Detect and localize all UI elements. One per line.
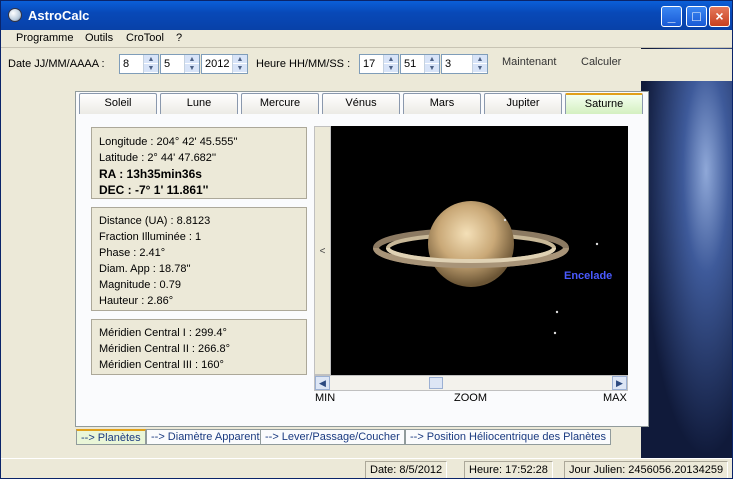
maximize-button[interactable]: □ bbox=[686, 6, 707, 27]
saturn-view[interactable]: Encelade bbox=[331, 126, 628, 375]
day-spinner[interactable]: 8 ▲ ▼ bbox=[119, 54, 159, 74]
minimize-button[interactable]: _ bbox=[661, 6, 682, 27]
menu-crotool[interactable]: CroTool bbox=[126, 32, 164, 44]
spin-up-icon[interactable]: ▲ bbox=[233, 55, 247, 64]
bottom-tab-planetes[interactable]: --> Planètes bbox=[76, 429, 146, 445]
second-spin-arrows[interactable]: ▲ ▼ bbox=[472, 55, 487, 73]
tab-jupiter[interactable]: Jupiter bbox=[484, 93, 562, 114]
enceladus-label: Encelade bbox=[564, 270, 612, 282]
zoom-label: ZOOM bbox=[454, 392, 487, 404]
moon-dot bbox=[555, 310, 559, 314]
now-button[interactable]: Maintenant bbox=[502, 56, 556, 68]
meridian-1-text: Méridien Central I : 299.4° bbox=[99, 327, 227, 339]
fraction-text: Fraction Illuminée : 1 bbox=[99, 231, 202, 243]
spin-down-icon[interactable]: ▼ bbox=[384, 64, 398, 73]
close-button[interactable]: × bbox=[709, 6, 730, 27]
app-window: AstroCalc _ □ × Programme Outils CroTool… bbox=[0, 0, 733, 479]
tab-soleil[interactable]: Soleil bbox=[79, 93, 157, 114]
longitude-text: Longitude : 204° 42' 45.555'' bbox=[99, 136, 238, 148]
menu-programme[interactable]: Programme bbox=[16, 32, 73, 44]
tab-lune[interactable]: Lune bbox=[160, 93, 238, 114]
bottom-tab-diametre[interactable]: --> Diamètre Apparent bbox=[146, 429, 265, 445]
bottom-tab-lever[interactable]: --> Lever/Passage/Coucher bbox=[260, 429, 405, 445]
minute-spin-arrows[interactable]: ▲ ▼ bbox=[424, 55, 439, 73]
distance-text: Distance (UA) : 8.8123 bbox=[99, 215, 211, 227]
day-value: 8 bbox=[123, 58, 130, 70]
minute-value: 51 bbox=[404, 58, 417, 70]
spin-up-icon[interactable]: ▲ bbox=[473, 55, 487, 64]
zoom-min-label: MIN bbox=[315, 392, 336, 404]
moon-dot bbox=[595, 242, 599, 246]
meridian-2-text: Méridien Central II : 266.8° bbox=[99, 343, 230, 355]
zoom-max-label: MAX bbox=[603, 392, 627, 404]
background-artwork bbox=[641, 48, 732, 458]
spin-down-icon[interactable]: ▼ bbox=[425, 64, 439, 73]
collapse-panel-button[interactable]: < bbox=[314, 126, 331, 375]
status-date: Date: 8/5/2012 bbox=[365, 461, 448, 478]
spin-down-icon[interactable]: ▼ bbox=[473, 64, 487, 73]
calculate-button[interactable]: Calculer bbox=[581, 56, 621, 68]
spin-up-icon[interactable]: ▲ bbox=[384, 55, 398, 64]
hour-spinner[interactable]: 17 ▲ ▼ bbox=[359, 54, 399, 74]
year-spin-arrows[interactable]: ▲ ▼ bbox=[232, 55, 247, 73]
saturn-globe bbox=[428, 201, 514, 287]
menu-bar: Programme Outils CroTool ? bbox=[1, 30, 732, 48]
menu-help[interactable]: ? bbox=[176, 32, 182, 44]
moon-dot bbox=[553, 331, 557, 335]
magnitude-text: Magnitude : 0.79 bbox=[99, 279, 181, 291]
spin-up-icon[interactable]: ▲ bbox=[185, 55, 199, 64]
zoom-slider[interactable]: ◀ ▶ bbox=[314, 375, 628, 391]
ra-text: RA : 13h35min36s bbox=[99, 167, 202, 181]
time-label: Heure HH/MM/SS : bbox=[256, 58, 351, 70]
date-label: Date JJ/MM/AAAA : bbox=[8, 58, 105, 70]
meridian-3-text: Méridien Central III : 160° bbox=[99, 359, 224, 371]
moon-dot bbox=[503, 218, 507, 222]
app-icon bbox=[8, 8, 22, 22]
title-bar: AstroCalc _ □ × bbox=[1, 1, 732, 30]
year-value: 2012 bbox=[205, 58, 230, 70]
hour-spin-arrows[interactable]: ▲ ▼ bbox=[383, 55, 398, 73]
latitude-text: Latitude : 2° 44' 47.682'' bbox=[99, 152, 217, 164]
spin-up-icon[interactable]: ▲ bbox=[144, 55, 158, 64]
tab-mars[interactable]: Mars bbox=[403, 93, 481, 114]
day-spin-arrows[interactable]: ▲ ▼ bbox=[143, 55, 158, 73]
saturn-rendering: Encelade bbox=[373, 201, 612, 335]
spin-down-icon[interactable]: ▼ bbox=[233, 64, 247, 73]
status-julian-day: Jour Julien: 2456056.20134259 bbox=[564, 461, 729, 478]
minute-spinner[interactable]: 51 ▲ ▼ bbox=[400, 54, 440, 74]
month-value: 5 bbox=[164, 58, 171, 70]
month-spinner[interactable]: 5 ▲ ▼ bbox=[160, 54, 200, 74]
second-spinner[interactable]: 3 ▲ ▼ bbox=[441, 54, 488, 74]
tab-venus[interactable]: Vénus bbox=[322, 93, 400, 114]
chevron-left-icon: < bbox=[319, 246, 326, 257]
status-bar: Date: 8/5/2012 Heure: 17:52:28 Jour Juli… bbox=[1, 458, 732, 478]
spin-up-icon[interactable]: ▲ bbox=[425, 55, 439, 64]
menu-outils[interactable]: Outils bbox=[85, 32, 113, 44]
zoom-slider-thumb[interactable] bbox=[429, 377, 443, 389]
tab-mercure[interactable]: Mercure bbox=[241, 93, 319, 114]
chevron-left-icon[interactable]: ◀ bbox=[315, 376, 330, 390]
year-spinner[interactable]: 2012 ▲ ▼ bbox=[201, 54, 248, 74]
bottom-tab-position[interactable]: --> Position Héliocentrique des Planètes bbox=[405, 429, 611, 445]
dec-text: DEC : -7° 1' 11.861'' bbox=[99, 183, 209, 197]
diameter-text: Diam. App : 18.78'' bbox=[99, 263, 191, 275]
hour-value: 17 bbox=[363, 58, 376, 70]
spin-down-icon[interactable]: ▼ bbox=[144, 64, 158, 73]
altitude-text: Hauteur : 2.86° bbox=[99, 295, 174, 307]
window-title: AstroCalc bbox=[28, 8, 90, 23]
status-time: Heure: 17:52:28 bbox=[464, 461, 553, 478]
chevron-right-icon[interactable]: ▶ bbox=[612, 376, 627, 390]
second-value: 3 bbox=[445, 58, 452, 70]
month-spin-arrows[interactable]: ▲ ▼ bbox=[184, 55, 199, 73]
tab-saturne[interactable]: Saturne bbox=[565, 93, 643, 114]
spin-down-icon[interactable]: ▼ bbox=[185, 64, 199, 73]
phase-text: Phase : 2.41° bbox=[99, 247, 166, 259]
